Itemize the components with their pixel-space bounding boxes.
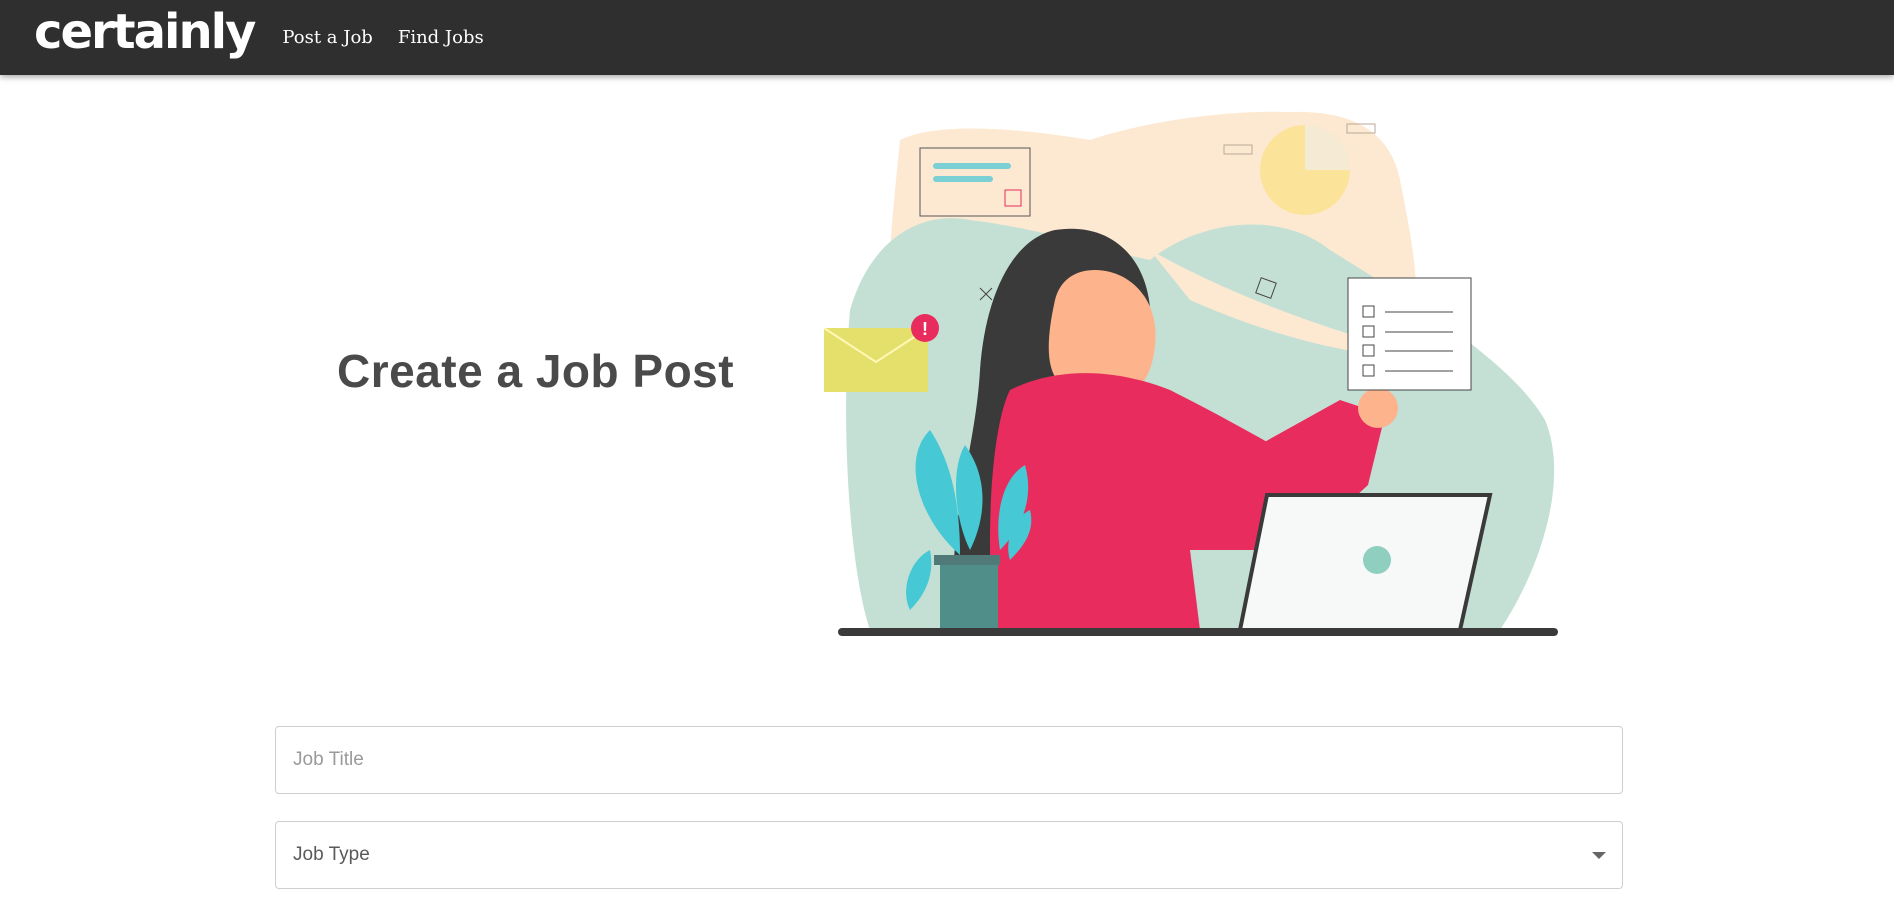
nav-link-find-jobs[interactable]: Find Jobs [398,27,484,48]
desk-surface [838,628,1558,636]
job-type-select[interactable]: Job Type [275,821,1623,889]
nav-link-post-a-job[interactable]: Post a Job [282,27,372,48]
top-navbar: certainly Post a Job Find Jobs [0,0,1894,75]
brand-logo[interactable]: certainly [34,8,256,56]
page-title: Create a Job Post [337,345,735,397]
svg-text:!: ! [922,319,928,339]
hero-illustration: ! [823,111,1558,636]
job-title-input[interactable] [276,727,1622,793]
job-type-label: Job Type [293,844,370,865]
job-title-field [275,726,1623,794]
checklist-card-icon [1347,277,1472,391]
chevron-down-icon[interactable] [1592,852,1606,859]
